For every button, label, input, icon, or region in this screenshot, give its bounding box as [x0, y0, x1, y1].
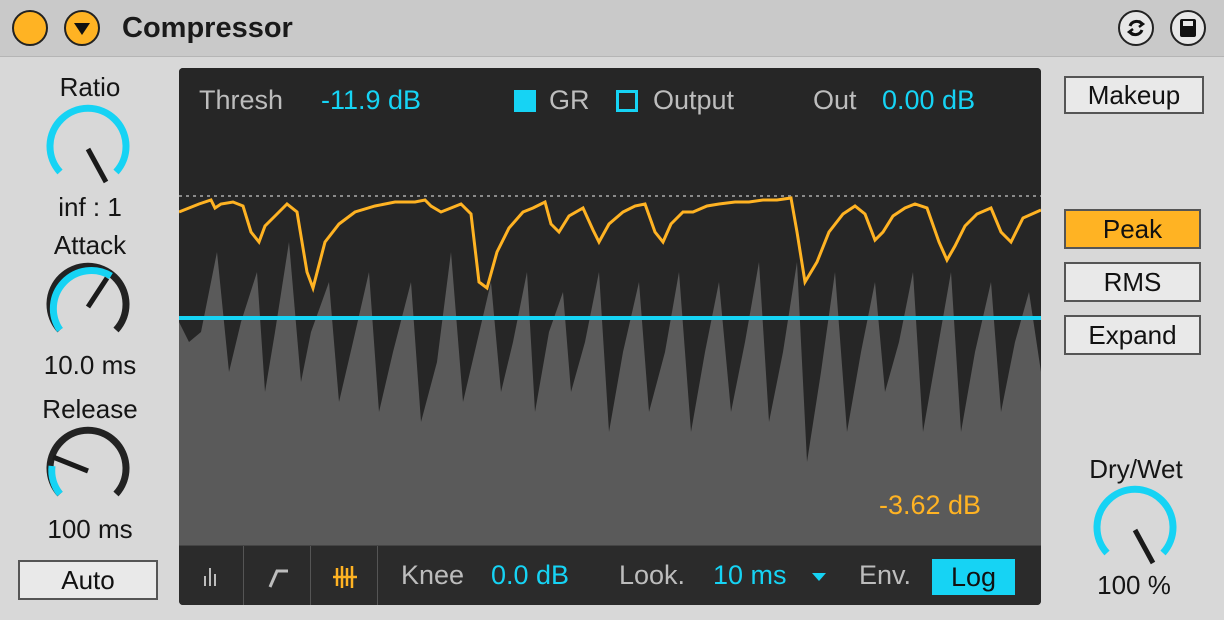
out-label: Out [813, 85, 857, 115]
activity-view-icon[interactable] [313, 546, 378, 605]
expand-button[interactable]: Expand [1064, 315, 1201, 355]
gr-toggle-icon[interactable] [514, 90, 536, 112]
fold-arrow-icon[interactable] [64, 10, 100, 46]
release-value: 100 ms [47, 514, 133, 544]
drywet-label: Dry/Wet [1089, 454, 1183, 484]
save-icon[interactable] [1170, 10, 1206, 46]
hot-swap-icon[interactable] [1118, 10, 1154, 46]
attack-knob[interactable] [43, 262, 133, 352]
ratio-value: inf : 1 [58, 192, 122, 222]
collapsed-view-icon[interactable] [179, 546, 244, 605]
auto-release-button[interactable]: Auto [18, 560, 158, 600]
gain-reduction-readout: -3.62 dB [879, 490, 982, 520]
makeup-button[interactable]: Makeup [1064, 76, 1204, 114]
threshold-label: Thresh [199, 85, 284, 115]
attack-label: Attack [53, 230, 127, 260]
release-knob[interactable] [43, 426, 133, 516]
env-label: Env. [859, 560, 912, 590]
compressor-display: Thresh -11.9 dB GR Output Out 0.00 dB -3… [179, 68, 1041, 605]
device-title-bar: Compressor [0, 0, 1224, 57]
power-icon[interactable] [12, 10, 48, 46]
out-value[interactable]: 0.00 dB [882, 85, 975, 116]
display-footer: Knee 0.0 dB Look. 10 ms Env. Log [179, 545, 1041, 605]
transfer-curve-icon[interactable] [246, 546, 311, 605]
ratio-label: Ratio [59, 72, 121, 102]
output-toggle-icon[interactable] [616, 90, 638, 112]
drywet-knob[interactable] [1090, 485, 1180, 575]
threshold-value[interactable]: -11.9 dB [321, 85, 421, 116]
display-header: Thresh -11.9 dB GR Output Out 0.00 dB [179, 68, 1041, 134]
compressor-device: Compressor Ratio inf : 1 Attack 10.0 ms … [0, 0, 1224, 620]
output-label: Output [653, 85, 735, 115]
env-log-button[interactable]: Log [932, 559, 1015, 595]
device-title: Compressor [122, 12, 293, 44]
gr-label: GR [549, 85, 590, 115]
rms-button[interactable]: RMS [1064, 262, 1201, 302]
attack-value: 10.0 ms [43, 350, 137, 380]
drywet-value: 100 % [1097, 570, 1171, 600]
lookahead-label: Look. [619, 560, 686, 590]
knee-label: Knee [401, 560, 465, 590]
knee-value[interactable]: 0.0 dB [491, 560, 569, 591]
ratio-knob[interactable] [43, 104, 133, 194]
lookahead-value[interactable]: 10 ms [713, 560, 787, 591]
activity-graph: -3.62 dB [179, 132, 1041, 545]
release-label: Release [42, 394, 138, 424]
peak-button[interactable]: Peak [1064, 209, 1201, 249]
chevron-down-icon[interactable] [811, 572, 827, 582]
